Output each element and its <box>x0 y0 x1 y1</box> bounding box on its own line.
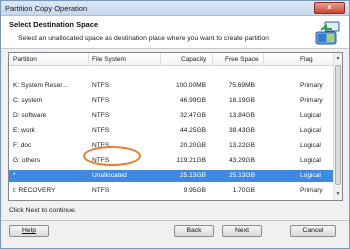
free-space: 13.84GB <box>228 112 255 119</box>
capacity: 25.13GB <box>179 172 206 179</box>
divider <box>1 220 349 221</box>
flag: Logical <box>300 142 321 149</box>
column-partition[interactable]: Partition <box>13 56 37 63</box>
partition-name: D: software <box>13 112 47 119</box>
partition-name: * <box>13 172 16 179</box>
window-title: Partition Copy Operation <box>5 4 88 13</box>
scroll-up-icon[interactable]: ▲ <box>334 54 342 63</box>
flag: Primary <box>300 97 323 104</box>
capacity: 46.99GB <box>179 97 206 104</box>
highlight-annotation <box>83 146 141 166</box>
partition-name: E: work <box>13 127 35 134</box>
capacity: 119.21GB <box>176 157 206 164</box>
vertical-scrollbar[interactable]: ▲ ▼ <box>333 53 342 200</box>
back-button[interactable]: Back <box>174 225 214 237</box>
flag: Logical <box>300 157 321 164</box>
title-bar: Partition Copy Operation × <box>1 1 349 16</box>
help-label: Help <box>22 227 36 234</box>
table-row[interactable]: D: software NTFS 32.47GB 13.84GB Logical <box>9 110 334 122</box>
back-label: Back <box>186 227 202 234</box>
free-space: 1.70GB <box>232 187 255 194</box>
column-capacity[interactable]: Capacity <box>181 56 206 63</box>
table-header: Partition File System Capacity Free Spac… <box>9 53 334 66</box>
partition-name: G: others <box>13 157 41 164</box>
free-space: 75.69MB <box>228 82 255 89</box>
flag: Logical <box>300 112 321 119</box>
partition-copy-window: Partition Copy Operation × Select Destin… <box>0 0 350 249</box>
file-system: NTFS <box>92 112 110 119</box>
partition-copy-icon <box>315 21 340 45</box>
scroll-thumb[interactable] <box>335 65 341 185</box>
scroll-down-icon[interactable]: ▼ <box>334 190 342 199</box>
close-button[interactable]: × <box>314 2 345 14</box>
partition-name: C: system <box>13 97 43 104</box>
header-title: Select Destination Space <box>9 20 99 29</box>
column-flag[interactable]: Flag <box>300 56 313 63</box>
partition-name: I: RECOVERY <box>13 187 56 194</box>
cancel-button[interactable]: Cancel <box>290 225 336 237</box>
table-row-selected[interactable]: * Unallocated 25.13GB 25.13GB Logical <box>9 170 334 182</box>
file-system: NTFS <box>92 97 110 104</box>
free-space: 43.29GB <box>228 157 255 164</box>
table-row[interactable]: K: System Reser... NTFS 100.00MB 75.69MB… <box>9 80 334 92</box>
status-text: Click Next to continue. <box>9 207 77 214</box>
column-free-space[interactable]: Free Space <box>225 56 259 63</box>
free-space: 18.19GB <box>228 97 255 104</box>
file-system: NTFS <box>92 187 110 194</box>
free-space: 25.13GB <box>228 172 255 179</box>
table-row[interactable]: I: RECOVERY NTFS 9.95GB 1.70GB Primary <box>9 185 334 197</box>
cancel-label: Cancel <box>302 227 324 234</box>
file-system: NTFS <box>92 127 110 134</box>
header-panel: Select Destination Space Select an unall… <box>1 16 349 49</box>
flag: Logical <box>300 172 321 179</box>
partition-table: Partition File System Capacity Free Spac… <box>8 52 343 201</box>
flag: Primary <box>300 82 323 89</box>
free-space: 38.43GB <box>228 127 255 134</box>
file-system: Unallocated <box>92 172 127 179</box>
help-button[interactable]: Help <box>9 225 49 237</box>
table-row[interactable]: C: system NTFS 46.99GB 18.19GB Primary <box>9 95 334 107</box>
capacity: 100.00MB <box>175 82 206 89</box>
partition-name: F: doc <box>13 142 32 149</box>
free-space: 13.22GB <box>228 142 255 149</box>
flag: Primary <box>300 187 323 194</box>
flag: Logical <box>300 127 321 134</box>
next-label: Next <box>235 227 249 234</box>
file-system: NTFS <box>92 82 110 89</box>
table-row[interactable]: E: work NTFS 44.25GB 38.43GB Logical <box>9 125 334 137</box>
table-row[interactable]: F: doc NTFS 20.20GB 13.22GB Logical <box>9 140 334 152</box>
table-row[interactable]: G: others NTFS 119.21GB 43.29GB Logical <box>9 155 334 167</box>
capacity: 9.95GB <box>183 187 206 194</box>
column-file-system[interactable]: File System <box>92 56 126 63</box>
capacity: 44.25GB <box>179 127 206 134</box>
capacity: 32.47GB <box>179 112 206 119</box>
header-subtitle: Select an unallocated space as destinati… <box>18 35 269 42</box>
capacity: 20.20GB <box>179 142 206 149</box>
partition-name: K: System Reser... <box>13 82 68 89</box>
next-button[interactable]: Next <box>222 225 262 237</box>
